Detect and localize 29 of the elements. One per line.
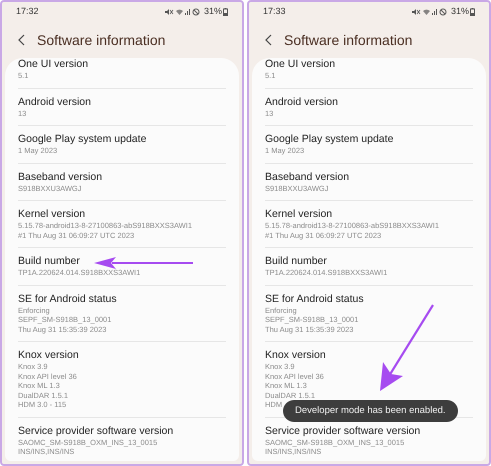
battery-percent: 31% [204, 5, 222, 18]
setting-label: Knox version [18, 349, 79, 362]
setting-label: Build number [18, 255, 80, 268]
setting-label: Kernel version [265, 208, 332, 221]
setting-label: SE for Android status [18, 292, 117, 306]
toast-message: Developer mode has been enabled. [283, 400, 458, 422]
setting-label: Service provider software version [18, 424, 174, 438]
setting-label: Google Play system update [18, 133, 146, 146]
setting-label: Baseband version [18, 170, 102, 184]
battery-icon [470, 8, 475, 16]
setting-label: Android version [265, 96, 338, 108]
page-title: Software information [284, 30, 412, 50]
battery-icon [223, 8, 228, 16]
setting-label: Android version [18, 96, 91, 108]
back-icon[interactable] [18, 34, 25, 46]
setting-label: Google Play system update [265, 133, 394, 146]
setting-label: SE for Android status [265, 292, 364, 306]
status-time: 17:32 [16, 5, 39, 18]
setting-label: Service provider software version [265, 424, 420, 438]
setting-label: Knox version [265, 349, 326, 362]
setting-label: Kernel version [18, 208, 86, 221]
battery-percent: 31% [450, 5, 469, 18]
setting-label: Baseband version [265, 170, 350, 184]
page-title: Software information [37, 30, 166, 50]
setting-label: Build number [265, 255, 327, 268]
setting-label: One UI version [265, 58, 336, 71]
status-time: 17:33 [263, 5, 286, 18]
back-icon[interactable] [265, 34, 272, 46]
setting-label: One UI version [18, 58, 88, 71]
